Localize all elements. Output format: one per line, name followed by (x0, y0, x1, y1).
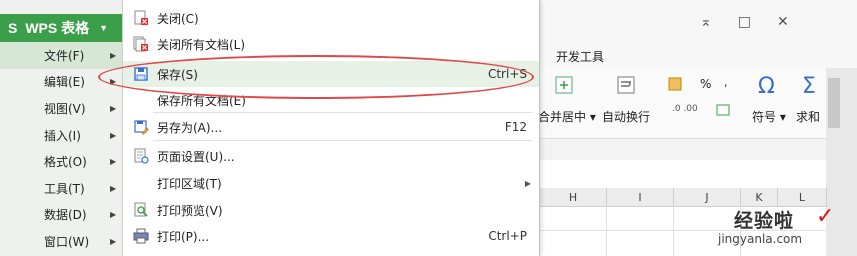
menu-close[interactable]: 关闭(C) (123, 5, 539, 31)
save-as-icon (134, 120, 149, 135)
grid-line (606, 206, 607, 256)
wps-app-menu-button[interactable]: S WPS 表格 ▼ (0, 14, 122, 42)
merge-cells-icon (555, 76, 573, 94)
menu-item-format[interactable]: 格式(O) ▶ (0, 148, 122, 175)
watermark-text: 经验啦 (734, 210, 795, 232)
menu-print-area[interactable]: 打印区域(T) ▶ (123, 170, 539, 196)
menu-page-setup[interactable]: 页面设置(U)... (123, 143, 539, 169)
merge-center-button[interactable]: 合并居中 ▾ (538, 108, 596, 125)
chevron-right-icon: ▶ (110, 210, 117, 220)
comma-style-button[interactable]: , (724, 76, 728, 89)
menu-separator (153, 112, 533, 113)
menu-close-all[interactable]: 关闭所有文档(L) (123, 31, 539, 57)
window-controls: ⌅ □ ✕ (700, 14, 789, 30)
watermark: 经验啦 ✓ jingyanla.com (718, 204, 834, 246)
chevron-right-icon: ▶ (110, 236, 117, 246)
chevron-right-icon: ▶ (110, 157, 117, 167)
menu-save-as[interactable]: 另存为(A)... F12 (123, 114, 539, 140)
sum-button[interactable]: 求和 (796, 108, 820, 125)
menu-item-file[interactable]: 文件(F) ▶ (0, 42, 122, 69)
menu-separator (153, 140, 533, 141)
page-setup-icon (134, 148, 149, 164)
maximize-button[interactable]: □ (738, 14, 751, 30)
menu-item-tools[interactable]: 工具(T) ▶ (0, 175, 122, 202)
chevron-right-icon: ▶ (110, 130, 117, 140)
menu-item-window[interactable]: 窗口(W) ▶ (0, 228, 122, 255)
file-submenu: 关闭(C) 关闭所有文档(L) 保存(S) Ctrl+S 保存所有文档(E) 另… (122, 0, 540, 256)
tab-developer-tools[interactable]: 开发工具 (556, 48, 604, 65)
column-header[interactable]: K (741, 188, 778, 207)
title-bar (540, 0, 857, 43)
symbol-button[interactable]: 符号 ▾ (752, 108, 786, 125)
wrap-text-button[interactable]: 自动换行 (602, 108, 650, 125)
print-preview-icon (134, 202, 148, 217)
column-header[interactable]: H (540, 188, 607, 207)
shortcut-text: Ctrl+P (488, 229, 527, 243)
menu-print-preview[interactable]: 打印预览(V) (123, 197, 539, 223)
sigma-sum-icon: Σ (802, 74, 816, 99)
chevron-right-icon: ▶ (110, 103, 117, 113)
column-header[interactable]: I (607, 188, 674, 207)
checkmark-icon: ✓ (816, 204, 835, 229)
annotation-highlight-oval (98, 55, 534, 99)
watermark-url: jingyanla.com (718, 232, 803, 246)
column-header[interactable]: J (674, 188, 741, 207)
close-all-docs-icon (133, 36, 148, 52)
currency-format-icon[interactable] (668, 77, 684, 91)
grid-line (673, 206, 674, 256)
percent-button[interactable]: % (700, 77, 711, 91)
wrap-text-icon (617, 76, 635, 94)
print-icon (133, 228, 149, 244)
increase-decimal-button[interactable]: .0 .00 (672, 104, 698, 114)
app-title: WPS 表格 (25, 20, 90, 36)
omega-symbol-icon: Ω (758, 74, 775, 99)
number-format-icon[interactable] (716, 104, 730, 116)
menu-item-data[interactable]: 数据(D) ▶ (0, 202, 122, 229)
chevron-right-icon: ▶ (110, 183, 117, 193)
menu-item-view[interactable]: 视图(V) ▶ (0, 95, 122, 122)
menu-item-insert[interactable]: 插入(I) ▶ (0, 122, 122, 149)
wps-logo-icon: S (8, 20, 18, 36)
chevron-right-icon: ▶ (524, 178, 531, 188)
chevron-down-icon: ▼ (99, 23, 109, 33)
menu-print[interactable]: 打印(P)... Ctrl+P (123, 223, 539, 249)
close-window-button[interactable]: ✕ (777, 14, 789, 30)
chevron-right-icon: ▶ (110, 50, 117, 60)
shortcut-text: F12 (504, 120, 527, 134)
scrollbar-thumb[interactable] (828, 78, 840, 128)
ribbon-collapse-button[interactable]: ⌅ (700, 14, 712, 30)
close-doc-icon (134, 10, 148, 25)
